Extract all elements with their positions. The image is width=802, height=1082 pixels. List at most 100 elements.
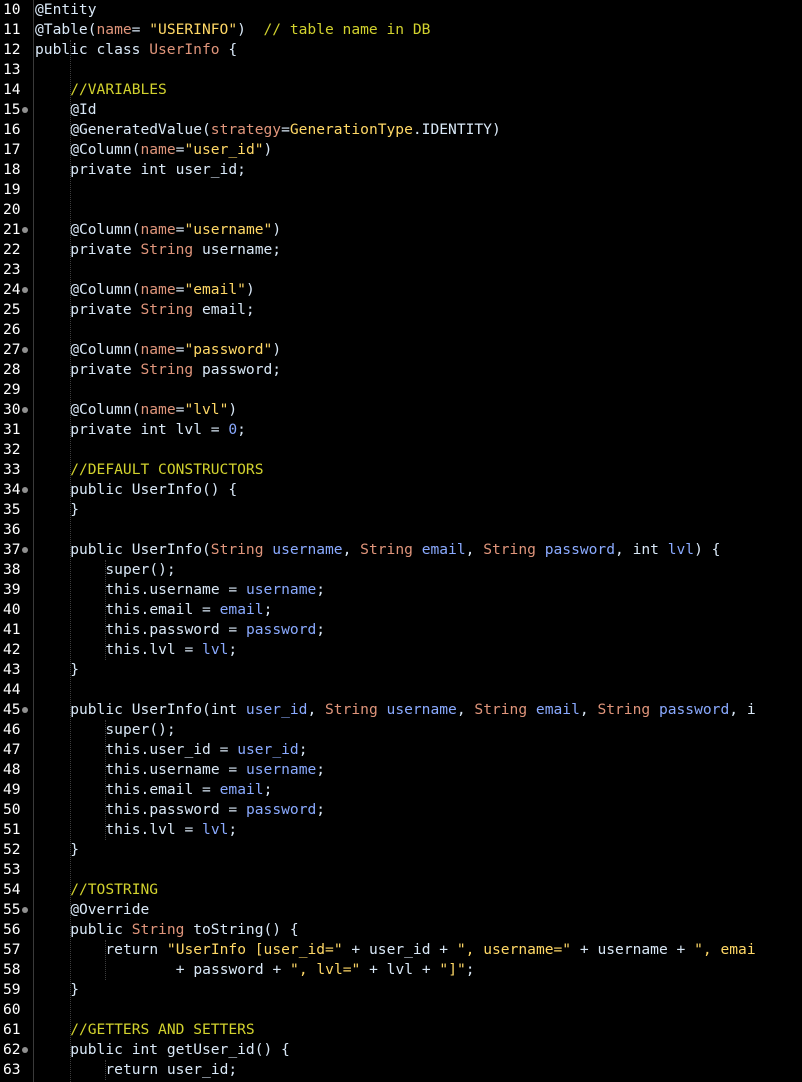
code-line[interactable]: 24 @Column(name="email") <box>0 280 802 300</box>
code-text[interactable]: this.password = password; <box>105 620 325 640</box>
code-line[interactable]: 45 public UserInfo(int user_id, String us… <box>0 700 802 720</box>
code-line[interactable]: 28 private String password; <box>0 360 802 380</box>
fold-marker-icon[interactable] <box>22 407 28 413</box>
code-text[interactable]: this.lvl = lvl; <box>105 640 237 660</box>
code-line[interactable]: 14 //VARIABLES <box>0 80 802 100</box>
code-text[interactable]: public int getUser_id() { <box>70 1040 290 1060</box>
fold-marker-icon[interactable] <box>22 347 28 353</box>
code-text[interactable]: //GETTERS AND SETTERS <box>70 1020 255 1040</box>
code-text[interactable]: //DEFAULT CONSTRUCTORS <box>70 460 263 480</box>
code-editor[interactable]: 10 @Entity 11 @Table(name= "USERINFO") // t… <box>0 0 802 1082</box>
code-line[interactable]: 42 this.lvl = lvl; <box>0 640 802 660</box>
code-line[interactable]: 11 @Table(name= "USERINFO") // table name… <box>0 20 802 40</box>
code-line[interactable]: 43} <box>0 660 802 680</box>
code-text[interactable]: @Id <box>70 100 96 120</box>
code-line[interactable]: 49 this.email = email; <box>0 780 802 800</box>
code-text[interactable]: this.email = email; <box>105 780 272 800</box>
code-text[interactable]: private String email; <box>70 300 255 320</box>
fold-marker-icon[interactable] <box>22 487 28 493</box>
code-text[interactable]: @Column(name="username") <box>70 220 281 240</box>
code-text[interactable]: private int lvl = 0; <box>70 420 246 440</box>
code-text[interactable]: private String password; <box>70 360 281 380</box>
code-line[interactable]: 12 public class UserInfo { <box>0 40 802 60</box>
code-line[interactable]: 19 <box>0 180 802 200</box>
code-line[interactable]: 58 + password + ", lvl=" + lvl + "]"; <box>0 960 802 980</box>
code-text[interactable]: this.password = password; <box>105 800 325 820</box>
code-line[interactable]: 51 this.lvl = lvl; <box>0 820 802 840</box>
code-line[interactable]: 23 <box>0 260 802 280</box>
code-line[interactable]: 25 private String email; <box>0 300 802 320</box>
code-text[interactable]: @Entity <box>35 0 97 20</box>
code-line[interactable]: 63 return user_id; <box>0 1060 802 1080</box>
code-line[interactable]: 17 @Column(name="user_id") <box>0 140 802 160</box>
code-line[interactable]: 31 private int lvl = 0; <box>0 420 802 440</box>
fold-marker-icon[interactable] <box>22 1047 28 1053</box>
fold-marker-icon[interactable] <box>22 547 28 553</box>
code-text[interactable]: } <box>70 660 79 680</box>
code-line[interactable]: 18 private int user_id; <box>0 160 802 180</box>
code-line[interactable]: 61 //GETTERS AND SETTERS <box>0 1020 802 1040</box>
fold-marker-icon[interactable] <box>22 107 28 113</box>
code-line[interactable]: 27 @Column(name="password") <box>0 340 802 360</box>
code-line[interactable]: 62 public int getUser_id() { <box>0 1040 802 1060</box>
code-line[interactable]: 50 this.password = password; <box>0 800 802 820</box>
code-text[interactable]: } <box>70 980 79 1000</box>
code-text[interactable]: this.lvl = lvl; <box>105 820 237 840</box>
code-text[interactable]: @Column(name="lvl") <box>70 400 237 420</box>
code-line[interactable]: 32 <box>0 440 802 460</box>
fold-marker-icon[interactable] <box>22 707 28 713</box>
code-text[interactable]: super(); <box>105 560 175 580</box>
code-text[interactable]: @Table(name= "USERINFO") // table name i… <box>35 20 430 40</box>
code-text[interactable]: @Column(name="user_id") <box>70 140 272 160</box>
code-text[interactable]: private int user_id; <box>70 160 246 180</box>
fold-marker-icon[interactable] <box>22 227 28 233</box>
code-line[interactable]: 21 @Column(name="username") <box>0 220 802 240</box>
code-line[interactable]: 48 this.username = username; <box>0 760 802 780</box>
code-text[interactable]: //VARIABLES <box>70 80 167 100</box>
code-text[interactable]: public UserInfo(int user_id, String user… <box>70 700 755 720</box>
code-text[interactable]: this.username = username; <box>105 760 325 780</box>
code-text[interactable]: @Column(name="email") <box>70 280 255 300</box>
fold-marker-icon[interactable] <box>22 287 28 293</box>
code-line[interactable]: 30 @Column(name="lvl") <box>0 400 802 420</box>
code-text[interactable]: public class UserInfo { <box>35 40 237 60</box>
code-text[interactable]: @GeneratedValue(strategy=GenerationType.… <box>70 120 501 140</box>
code-text[interactable]: @Column(name="password") <box>70 340 281 360</box>
code-line[interactable]: 39 this.username = username; <box>0 580 802 600</box>
code-text[interactable]: this.email = email; <box>105 600 272 620</box>
code-text[interactable]: public String toString() { <box>70 920 298 940</box>
code-line[interactable]: 35} <box>0 500 802 520</box>
code-text[interactable]: return user_id; <box>105 1060 237 1080</box>
code-text[interactable]: public UserInfo(String username, String … <box>70 540 720 560</box>
code-line[interactable]: 34 public UserInfo() { <box>0 480 802 500</box>
code-line[interactable]: 52} <box>0 840 802 860</box>
code-line[interactable]: 59} <box>0 980 802 1000</box>
code-line[interactable]: 16 @GeneratedValue(strategy=GenerationTyp… <box>0 120 802 140</box>
code-text[interactable]: this.username = username; <box>105 580 325 600</box>
code-line[interactable]: 54 //TOSTRING <box>0 880 802 900</box>
code-text[interactable]: private String username; <box>70 240 281 260</box>
code-line[interactable]: 33 //DEFAULT CONSTRUCTORS <box>0 460 802 480</box>
code-line[interactable]: 26 <box>0 320 802 340</box>
code-text[interactable]: + password + ", lvl=" + lvl + "]"; <box>176 960 475 980</box>
code-text[interactable]: } <box>70 840 79 860</box>
code-line[interactable]: 37 public UserInfo(String username, Strin… <box>0 540 802 560</box>
code-line[interactable]: 22 private String username; <box>0 240 802 260</box>
code-line[interactable]: 40 this.email = email; <box>0 600 802 620</box>
code-line[interactable]: 44 <box>0 680 802 700</box>
code-text[interactable]: return "UserInfo [user_id=" + user_id + … <box>105 940 755 960</box>
fold-marker-icon[interactable] <box>22 907 28 913</box>
code-text[interactable]: public UserInfo() { <box>70 480 237 500</box>
code-line[interactable]: 53 <box>0 860 802 880</box>
code-line[interactable]: 46 super(); <box>0 720 802 740</box>
code-line[interactable]: 55 @Override <box>0 900 802 920</box>
code-text[interactable]: @Override <box>70 900 149 920</box>
code-line[interactable]: 10 @Entity <box>0 0 802 20</box>
code-line[interactable]: 57 return "UserInfo [user_id=" + user_id … <box>0 940 802 960</box>
code-line[interactable]: 60 <box>0 1000 802 1020</box>
code-line[interactable]: 13 <box>0 60 802 80</box>
code-line[interactable]: 15 @Id <box>0 100 802 120</box>
code-text[interactable]: super(); <box>105 720 175 740</box>
code-line[interactable]: 29 <box>0 380 802 400</box>
code-line[interactable]: 36 <box>0 520 802 540</box>
